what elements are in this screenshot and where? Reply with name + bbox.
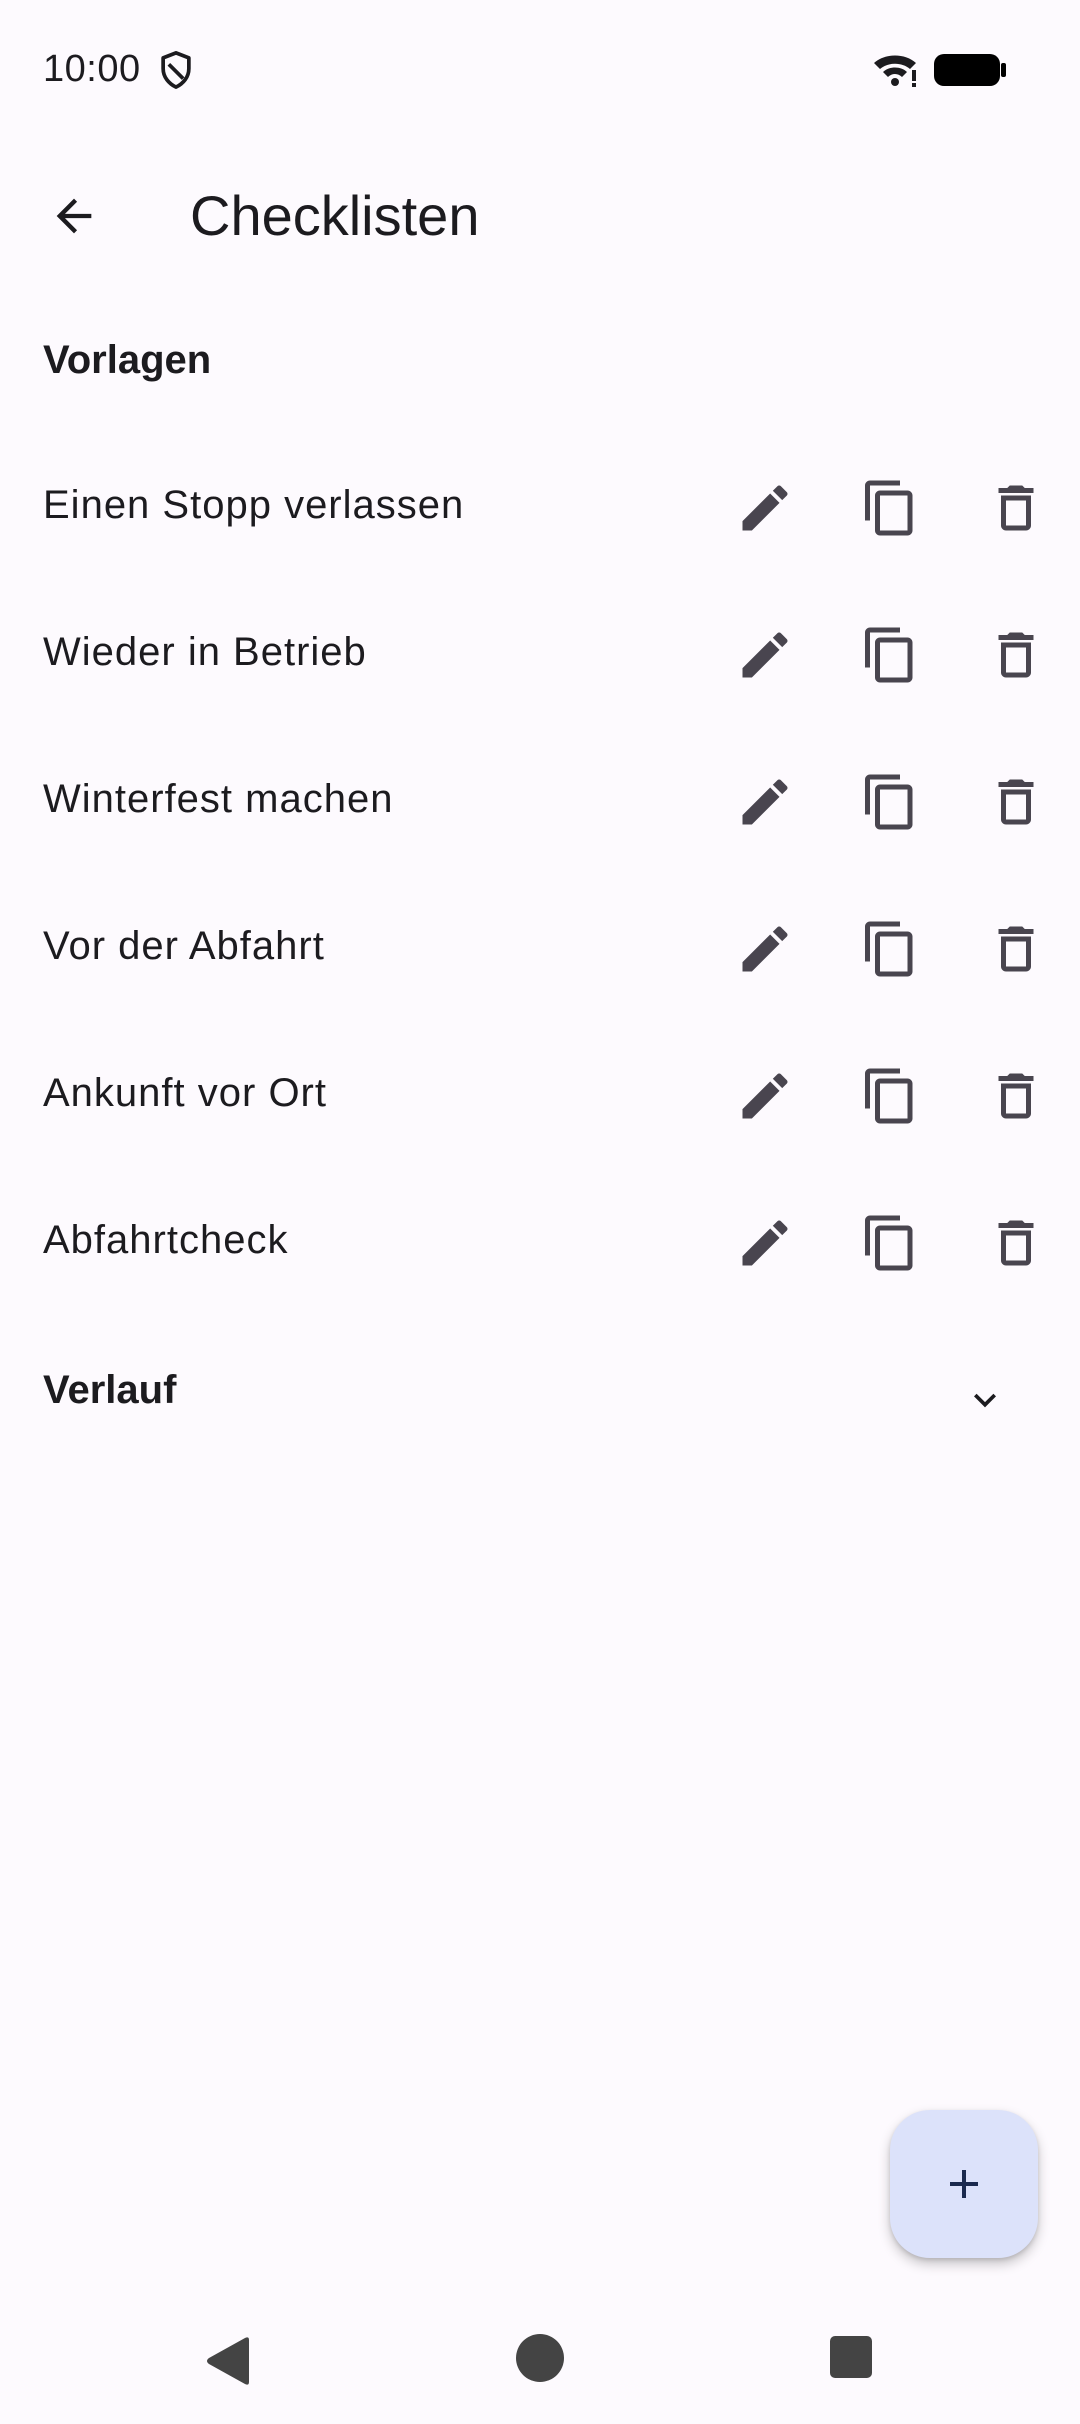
- delete-button[interactable]: [976, 1056, 1056, 1136]
- trash-icon: [998, 779, 1034, 825]
- list-item-label: Einen Stopp verlassen: [43, 483, 465, 527]
- list-item-label: Wieder in Betrieb: [43, 630, 367, 674]
- status-bar: 10:00: [0, 0, 1080, 140]
- list-item[interactable]: Wieder in Betrieb: [0, 581, 1080, 728]
- pencil-icon: [742, 485, 788, 531]
- copy-icon: [865, 1068, 913, 1124]
- copy-button[interactable]: [850, 909, 930, 989]
- edit-button[interactable]: [725, 762, 805, 842]
- delete-button[interactable]: [976, 762, 1056, 842]
- edit-button[interactable]: [725, 1203, 805, 1283]
- trash-icon: [998, 485, 1034, 531]
- shield-icon: [161, 51, 191, 89]
- copy-icon: [865, 1215, 913, 1271]
- delete-button[interactable]: [976, 909, 1056, 989]
- wifi-icon: [874, 55, 916, 87]
- nav-home-icon[interactable]: [516, 2334, 564, 2382]
- list-item[interactable]: Winterfest machen: [0, 728, 1080, 875]
- trash-icon: [998, 1073, 1034, 1119]
- copy-button[interactable]: [850, 468, 930, 548]
- list-item-label: Vor der Abfahrt: [43, 924, 325, 968]
- expand-history-button[interactable]: [945, 1360, 1025, 1440]
- delete-button[interactable]: [976, 468, 1056, 548]
- battery-icon: [934, 54, 1006, 86]
- list-item[interactable]: Ankunft vor Ort: [0, 1022, 1080, 1169]
- nav-back-icon[interactable]: [203, 2334, 253, 2388]
- copy-button[interactable]: [850, 615, 930, 695]
- copy-button[interactable]: [850, 1056, 930, 1136]
- edit-button[interactable]: [725, 909, 805, 989]
- pencil-icon: [742, 926, 788, 972]
- delete-button[interactable]: [976, 615, 1056, 695]
- system-nav-bar: [0, 2290, 1080, 2424]
- pencil-icon: [742, 1220, 788, 1266]
- delete-button[interactable]: [976, 1203, 1056, 1283]
- page-title: Checklisten: [190, 184, 480, 247]
- list-item-label: Ankunft vor Ort: [43, 1071, 327, 1115]
- trash-icon: [998, 632, 1034, 678]
- copy-icon: [865, 774, 913, 830]
- list-item[interactable]: Vor der Abfahrt: [0, 875, 1080, 1022]
- trash-icon: [998, 1220, 1034, 1266]
- arrow-back-icon: [56, 198, 92, 234]
- copy-icon: [865, 480, 913, 536]
- pencil-icon: [742, 1073, 788, 1119]
- edit-button[interactable]: [725, 1056, 805, 1136]
- copy-button[interactable]: [850, 762, 930, 842]
- trash-icon: [998, 926, 1034, 972]
- status-time: 10:00: [43, 48, 141, 90]
- add-checklist-button[interactable]: [890, 2110, 1038, 2258]
- app-bar: Checklisten: [0, 140, 1080, 290]
- section-header-templates: Vorlagen: [43, 338, 212, 382]
- edit-button[interactable]: [725, 468, 805, 548]
- history-section-toggle[interactable]: Verlauf: [0, 1340, 1080, 1440]
- list-item-label: Abfahrtcheck: [43, 1218, 289, 1262]
- pencil-icon: [742, 632, 788, 678]
- copy-icon: [865, 627, 913, 683]
- chevron-down-icon: [974, 1393, 996, 1408]
- plus-icon: [950, 2170, 978, 2198]
- copy-button[interactable]: [850, 1203, 930, 1283]
- list-item[interactable]: Abfahrtcheck: [0, 1169, 1080, 1316]
- template-list: Einen Stopp verlassen Wieder in Betrieb …: [0, 434, 1080, 1316]
- back-button[interactable]: [34, 176, 114, 256]
- nav-recents-icon[interactable]: [830, 2336, 872, 2378]
- list-item[interactable]: Einen Stopp verlassen: [0, 434, 1080, 581]
- list-item-label: Winterfest machen: [43, 777, 394, 821]
- edit-button[interactable]: [725, 615, 805, 695]
- section-header-history: Verlauf: [43, 1368, 177, 1412]
- pencil-icon: [742, 779, 788, 825]
- copy-icon: [865, 921, 913, 977]
